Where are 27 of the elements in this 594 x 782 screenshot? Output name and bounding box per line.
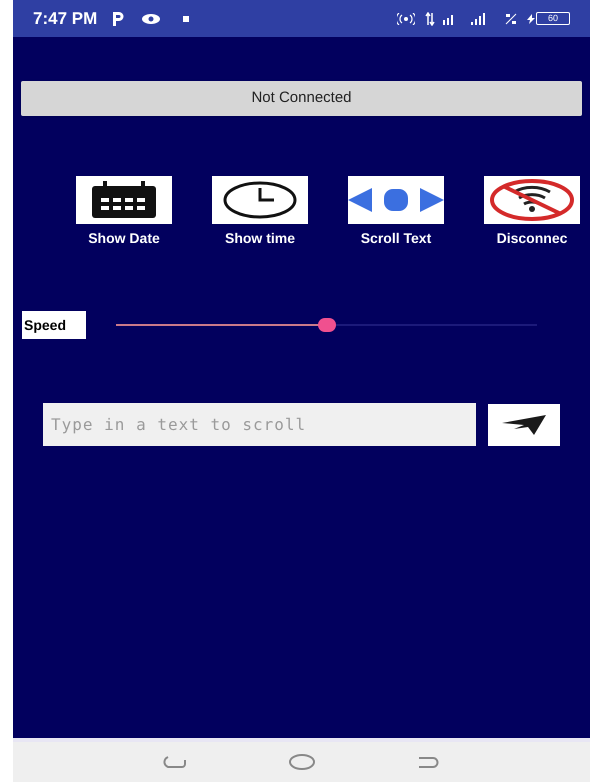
action-label: Show Date <box>88 229 160 248</box>
parking-icon <box>111 10 126 26</box>
message-field[interactable]: Type in a text to scroll <box>43 403 476 446</box>
action-label: Scroll Text <box>360 229 432 248</box>
data-arrows-icon <box>425 12 435 26</box>
no-wifi-button[interactable] <box>484 176 580 224</box>
clock-button[interactable] <box>212 176 308 224</box>
calendar-button[interactable] <box>76 176 172 224</box>
speed-label: Speed <box>22 311 86 339</box>
connection-button[interactable]: Not Connected <box>21 81 582 116</box>
scroll-arrows-icon <box>348 185 444 215</box>
slider-thumb[interactable] <box>318 318 336 332</box>
hotspot-icon <box>397 12 415 24</box>
action-label: Show time <box>224 229 295 248</box>
battery-icon: 60 <box>536 12 570 25</box>
speed-icon <box>505 12 517 24</box>
status-time: 7:47 PM <box>33 8 98 30</box>
home-icon[interactable] <box>288 753 316 771</box>
clock-icon <box>222 180 298 220</box>
charging-icon <box>527 14 535 24</box>
eye-icon <box>141 12 162 26</box>
no-wifi-icon <box>489 178 575 222</box>
speed-slider[interactable] <box>116 318 537 332</box>
send-button[interactable] <box>488 404 560 446</box>
calendar-icon <box>89 180 159 220</box>
scroll-arrows-button[interactable] <box>348 176 444 224</box>
action-label: Disconnec <box>496 229 568 248</box>
